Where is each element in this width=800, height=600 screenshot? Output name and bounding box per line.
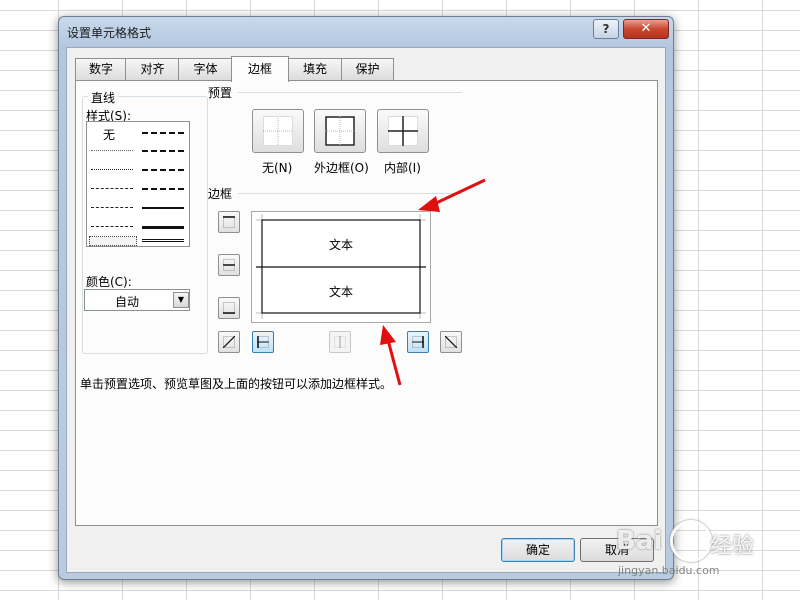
- annotation-arrows: [380, 178, 486, 386]
- tab-border[interactable]: 边框: [231, 56, 289, 82]
- arrow-bottom-head: [380, 325, 396, 345]
- arrow-top-line: [431, 178, 486, 207]
- arrow-bottom-line: [386, 339, 402, 386]
- arrow-top-head: [418, 196, 440, 212]
